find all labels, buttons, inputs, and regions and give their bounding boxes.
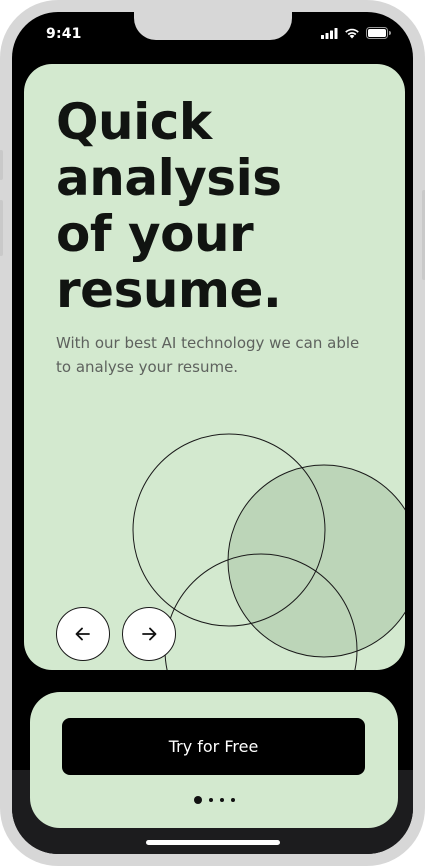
try-for-free-button[interactable]: Try for Free	[62, 718, 365, 775]
cellular-signal-icon	[321, 27, 338, 39]
notch	[134, 12, 292, 40]
home-indicator	[146, 840, 280, 845]
status-time: 9:41	[46, 26, 82, 42]
wifi-icon	[345, 28, 359, 39]
battery-icon	[366, 27, 391, 39]
page-dot	[230, 798, 235, 802]
screen: 9:41 Quick analysis of your resume. With…	[12, 12, 413, 854]
phone-frame: 9:41 Quick analysis of your resume. With…	[0, 0, 425, 866]
side-button-left-1	[0, 150, 3, 180]
page-dot	[208, 798, 213, 802]
hero-title: Quick analysis of your resume.	[56, 93, 282, 319]
hero-card: Quick analysis of your resume. With our …	[24, 64, 405, 670]
page-indicator	[30, 796, 398, 804]
side-button-left-2	[0, 200, 3, 256]
page-dot-active	[193, 796, 202, 804]
arrow-left-icon	[75, 627, 90, 641]
arrow-right-icon	[142, 627, 157, 641]
status-icons	[321, 27, 391, 39]
page-dot	[219, 798, 224, 802]
previous-button[interactable]	[56, 607, 110, 661]
next-button[interactable]	[122, 607, 176, 661]
cta-card: Try for Free	[30, 692, 398, 828]
hero-subtitle: With our best AI technology we can able …	[56, 334, 360, 376]
